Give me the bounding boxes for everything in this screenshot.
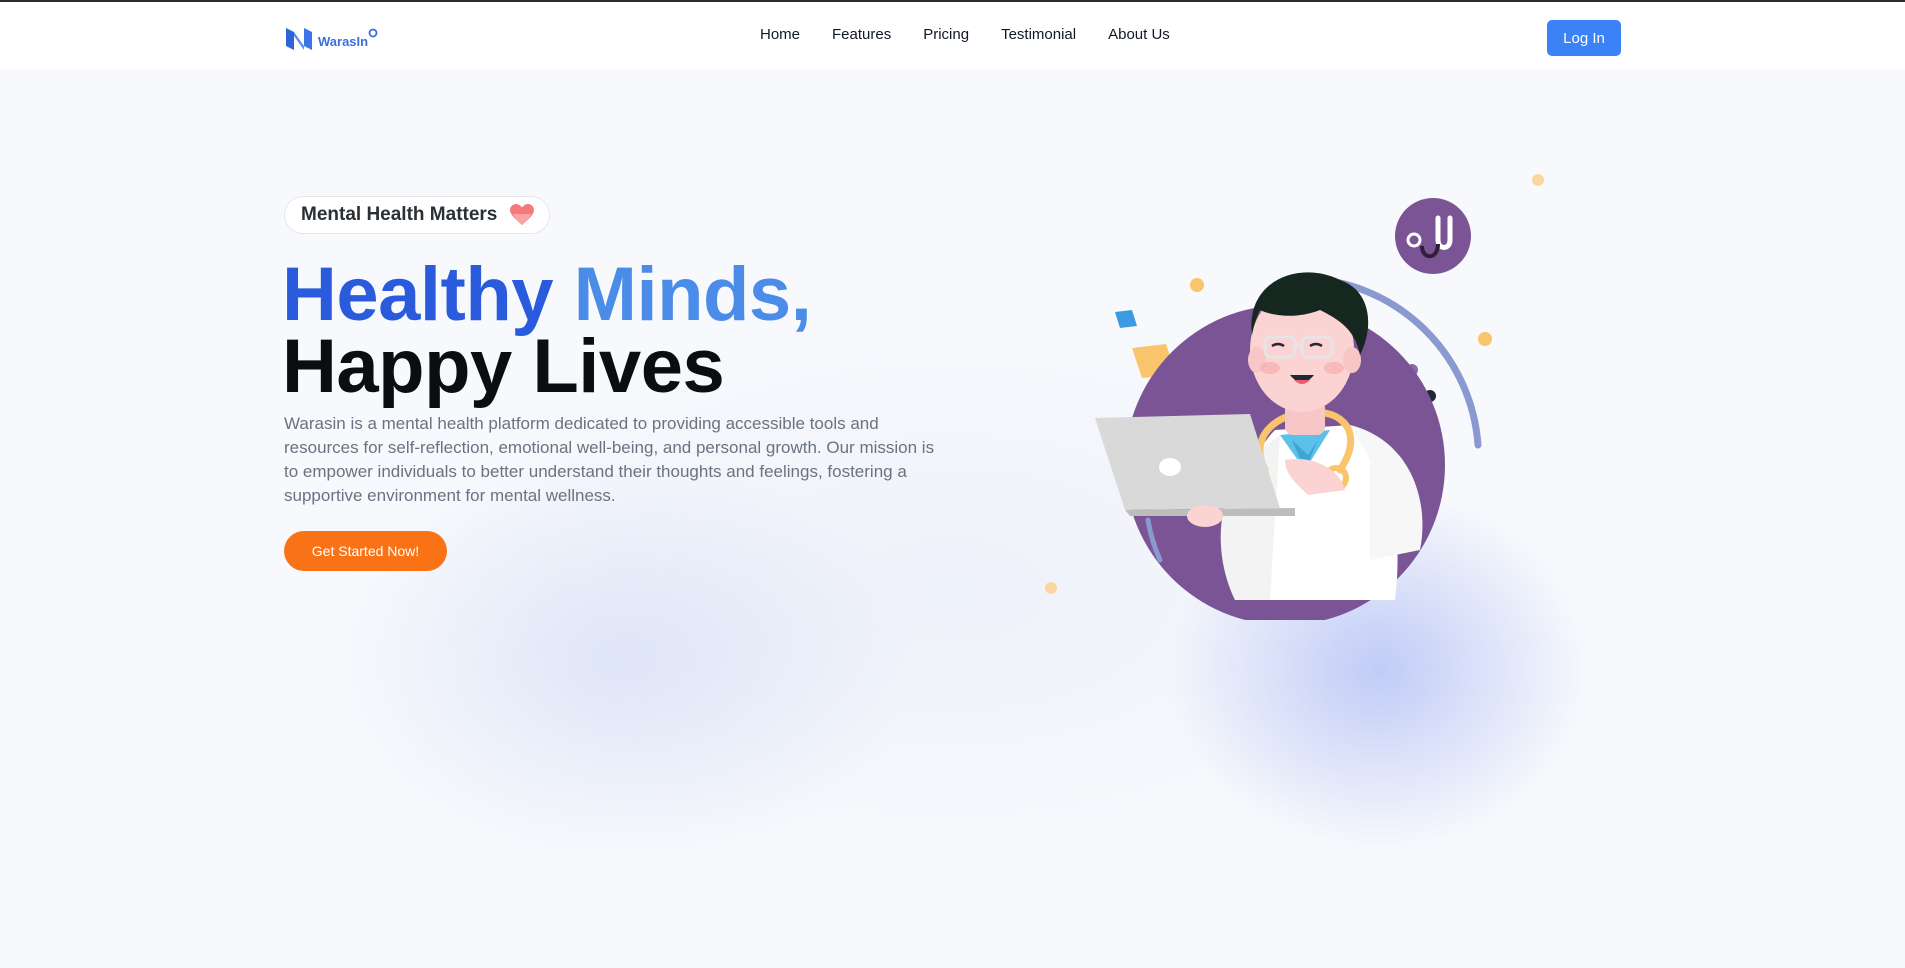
nav-about-us[interactable]: About Us (1108, 26, 1170, 43)
get-started-button[interactable]: Get Started Now! (284, 531, 447, 571)
main-nav: Home Features Pricing Testimonial About … (760, 26, 1170, 43)
logo[interactable]: WarasIn (284, 24, 378, 54)
doctor-with-laptop-illustration (1045, 174, 1544, 620)
badge-text: Mental Health Matters (301, 204, 498, 225)
hero-description: Warasin is a mental health platform dedi… (284, 414, 935, 505)
stethoscope-icon (1395, 198, 1471, 274)
logo-ring-icon (368, 28, 378, 38)
headline-line-2: Happy Lives (282, 324, 725, 409)
nav-features[interactable]: Features (832, 26, 891, 43)
mental-health-badge: Mental Health Matters (284, 196, 550, 234)
login-button[interactable]: Log In (1547, 20, 1621, 56)
logo-text: WarasIn (318, 33, 369, 49)
heart-icon (510, 204, 535, 225)
nav-pricing[interactable]: Pricing (923, 26, 969, 43)
nav-testimonial[interactable]: Testimonial (1001, 26, 1076, 43)
nav-home[interactable]: Home (760, 26, 800, 43)
navbar: WarasIn Home Features Pricing Testimonia… (0, 2, 1905, 70)
logo-mark-icon (286, 28, 312, 50)
